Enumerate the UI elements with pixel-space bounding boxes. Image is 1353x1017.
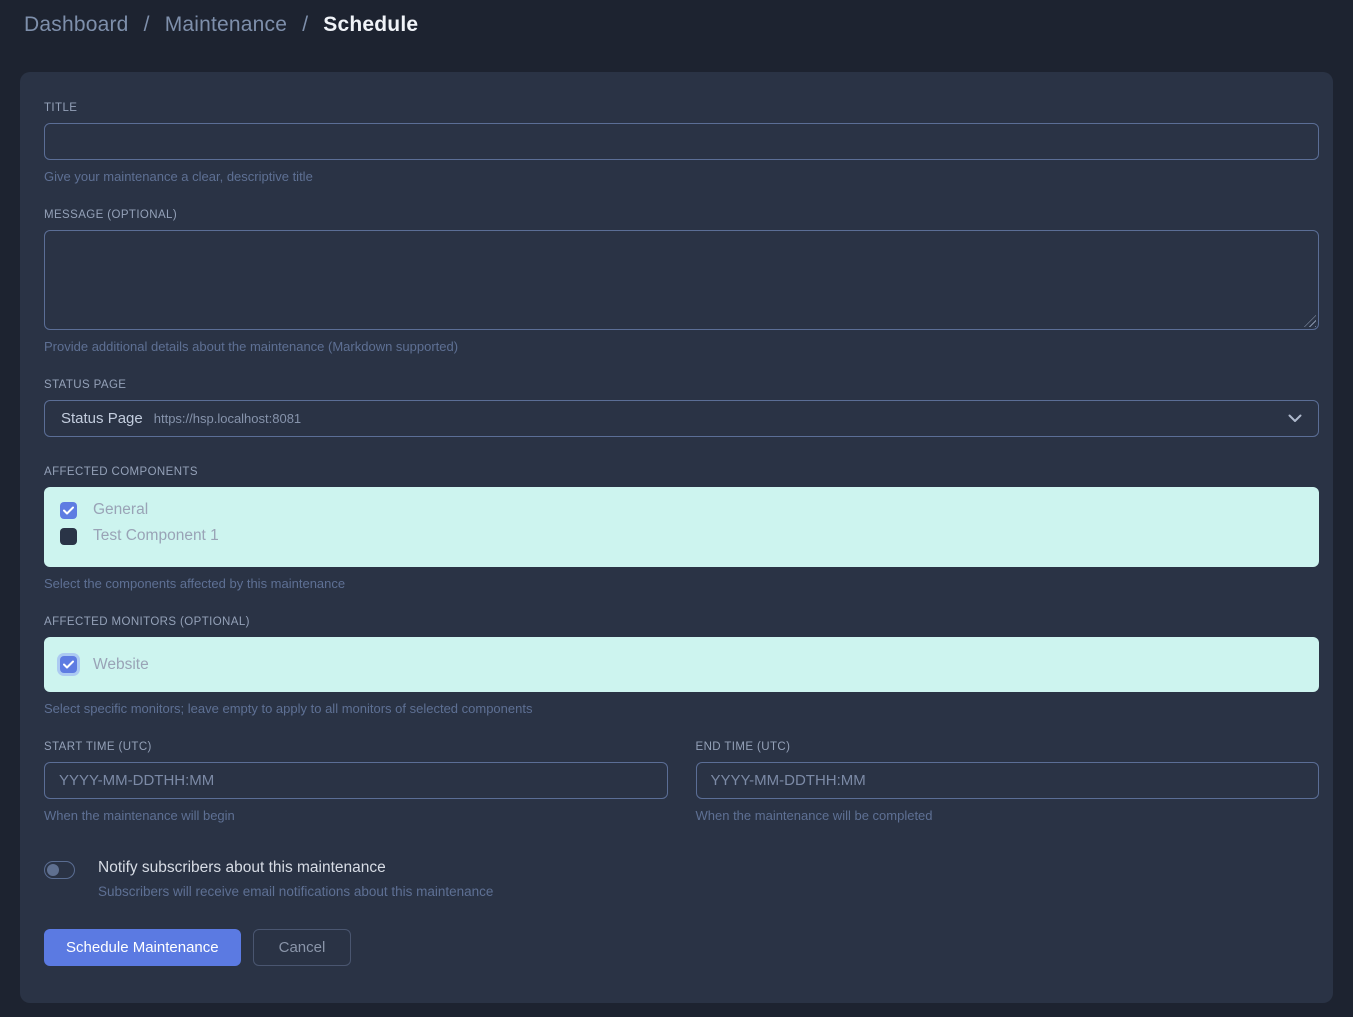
message-label: MESSAGE (OPTIONAL) bbox=[44, 209, 1319, 221]
end-time-field-group: END TIME (UTC) When the maintenance will… bbox=[696, 741, 1320, 823]
start-time-label: START TIME (UTC) bbox=[44, 741, 668, 753]
cancel-button[interactable]: Cancel bbox=[253, 929, 352, 966]
chevron-down-icon bbox=[1288, 414, 1302, 423]
status-page-select[interactable]: Status Page https://hsp.localhost:8081 bbox=[44, 400, 1319, 437]
end-time-label: END TIME (UTC) bbox=[696, 741, 1320, 753]
status-page-label: STATUS PAGE bbox=[44, 379, 1319, 391]
notify-toggle[interactable] bbox=[44, 861, 75, 879]
title-input[interactable] bbox=[44, 123, 1319, 160]
monitors-helper: Select specific monitors; leave empty to… bbox=[44, 701, 1319, 716]
message-textarea-wrap bbox=[44, 230, 1319, 330]
components-helper: Select the components affected by this m… bbox=[44, 576, 1319, 591]
checkbox-checked-icon[interactable] bbox=[60, 656, 77, 673]
breadcrumb-maintenance[interactable]: Maintenance bbox=[165, 13, 287, 36]
form-actions: Schedule Maintenance Cancel bbox=[44, 929, 1319, 966]
monitor-option-label: Website bbox=[93, 656, 149, 674]
component-option-label: Test Component 1 bbox=[93, 527, 219, 545]
component-option-test-component-1[interactable]: Test Component 1 bbox=[60, 527, 1303, 545]
schedule-maintenance-button[interactable]: Schedule Maintenance bbox=[44, 929, 241, 966]
component-option-general[interactable]: General bbox=[60, 501, 1303, 519]
status-page-field-group: STATUS PAGE Status Page https://hsp.loca… bbox=[44, 379, 1319, 437]
message-textarea[interactable] bbox=[44, 230, 1319, 330]
breadcrumb-separator: / bbox=[144, 13, 150, 36]
monitors-panel: Website bbox=[44, 637, 1319, 692]
notify-helper: Subscribers will receive email notificat… bbox=[98, 884, 493, 899]
notify-subscribers-section: Notify subscribers about this maintenanc… bbox=[44, 859, 1319, 899]
breadcrumb: Dashboard / Maintenance / Schedule bbox=[24, 13, 418, 37]
start-time-field-group: START TIME (UTC) When the maintenance wi… bbox=[44, 741, 668, 823]
breadcrumb-dashboard[interactable]: Dashboard bbox=[24, 13, 129, 36]
monitors-label: AFFECTED MONITORS (OPTIONAL) bbox=[44, 616, 1319, 628]
schedule-maintenance-form-card: TITLE Give your maintenance a clear, des… bbox=[20, 72, 1333, 1003]
monitors-field-group: AFFECTED MONITORS (OPTIONAL) Website Sel… bbox=[44, 616, 1319, 716]
checkbox-checked-icon[interactable] bbox=[60, 502, 77, 519]
start-time-helper: When the maintenance will begin bbox=[44, 808, 668, 823]
monitor-option-website[interactable]: Website bbox=[60, 656, 1303, 674]
checkbox-unchecked-icon[interactable] bbox=[60, 528, 77, 545]
status-page-selected-url: https://hsp.localhost:8081 bbox=[154, 411, 301, 426]
components-field-group: AFFECTED COMPONENTS General Test Compone… bbox=[44, 466, 1319, 591]
breadcrumb-separator: / bbox=[302, 13, 308, 36]
toggle-knob bbox=[47, 864, 59, 876]
title-field-group: TITLE Give your maintenance a clear, des… bbox=[44, 102, 1319, 184]
components-label: AFFECTED COMPONENTS bbox=[44, 466, 1319, 478]
component-option-label: General bbox=[93, 501, 148, 519]
notify-label: Notify subscribers about this maintenanc… bbox=[98, 859, 493, 877]
top-bar: Dashboard / Maintenance / Schedule bbox=[0, 0, 1353, 50]
time-fields-row: START TIME (UTC) When the maintenance wi… bbox=[44, 741, 1319, 823]
breadcrumb-schedule: Schedule bbox=[323, 13, 418, 36]
start-time-input[interactable] bbox=[44, 762, 668, 799]
end-time-input[interactable] bbox=[696, 762, 1320, 799]
message-helper: Provide additional details about the mai… bbox=[44, 339, 1319, 354]
title-label: TITLE bbox=[44, 102, 1319, 114]
title-helper: Give your maintenance a clear, descripti… bbox=[44, 169, 1319, 184]
end-time-helper: When the maintenance will be completed bbox=[696, 808, 1320, 823]
components-panel: General Test Component 1 bbox=[44, 487, 1319, 567]
message-field-group: MESSAGE (OPTIONAL) Provide additional de… bbox=[44, 209, 1319, 354]
notify-texts: Notify subscribers about this maintenanc… bbox=[98, 859, 493, 899]
status-page-selected-name: Status Page bbox=[61, 410, 143, 427]
